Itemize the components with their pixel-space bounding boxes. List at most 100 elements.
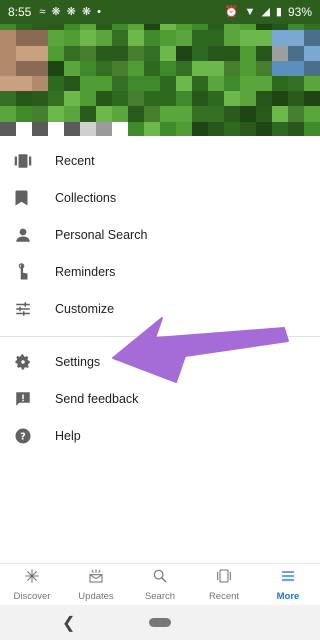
header-pixel: [192, 121, 208, 136]
menu-item-collections[interactable]: Collections: [0, 179, 320, 216]
menu-item-recent[interactable]: Recent: [0, 142, 320, 179]
header-pixel: [48, 121, 64, 136]
back-icon[interactable]: ❮: [62, 613, 75, 633]
menu-label: Recent: [55, 153, 95, 168]
header-pixel: [144, 106, 160, 123]
header-pixel: [256, 45, 272, 62]
header-pixel: [16, 30, 32, 47]
recent-icon: [11, 149, 35, 173]
header-pixel: [48, 91, 64, 108]
header-pixel: [128, 121, 144, 136]
header-pixel: [32, 121, 48, 136]
header-pixel: [48, 76, 64, 93]
header-pixel: [288, 60, 304, 77]
menu-item-help[interactable]: ? Help: [0, 417, 320, 454]
header-pixel: [144, 91, 160, 108]
header-pixel: [128, 91, 144, 108]
header-pixel: [128, 60, 144, 77]
header-pixel: [224, 76, 240, 93]
header-pixel: [304, 45, 320, 62]
header-pixel: [64, 121, 80, 136]
header-pixel: [224, 45, 240, 62]
asterisk-icon: [24, 568, 40, 589]
recent-icon: [216, 568, 232, 589]
nav-updates[interactable]: Updates: [64, 564, 128, 606]
header-pixel: [96, 106, 112, 123]
menu-label: Settings: [55, 354, 101, 369]
header-pixel: [272, 45, 288, 62]
header-pixel: [304, 76, 320, 93]
header-pixel: [176, 45, 192, 62]
header-pixel: [64, 30, 80, 47]
system-nav-bar: ❮: [0, 605, 320, 640]
header-pixel: [48, 45, 64, 62]
header-pixel: [96, 121, 112, 136]
header-pixel: [176, 121, 192, 136]
nav-discover[interactable]: Discover: [0, 564, 64, 606]
header-pixel: [192, 45, 208, 62]
menu-item-customize[interactable]: Customize: [0, 290, 320, 327]
battery-icon: ▮: [275, 5, 282, 18]
header-pixel: [192, 60, 208, 77]
menu-item-settings[interactable]: Settings: [0, 343, 320, 380]
header-pixel: [0, 60, 16, 77]
header-pixel: [288, 91, 304, 108]
nav-label: Discover: [13, 591, 51, 602]
header-pixel: [160, 106, 176, 123]
reminder-icon: [11, 260, 35, 284]
menu-item-reminders[interactable]: Reminders: [0, 253, 320, 290]
header-pixel: [160, 30, 176, 47]
battery-percent: 93%: [287, 5, 312, 19]
header-pixel: [96, 60, 112, 77]
header-pixel: [304, 121, 320, 136]
header-pixel: [288, 106, 304, 123]
header-pixel: [224, 106, 240, 123]
header-pixel: [160, 60, 176, 77]
status-bar: 8:55 ≈ ❋ ❋ ❋ • ⏰ ▼ ◢ ▮ 93%: [0, 0, 320, 24]
header-pixel: [160, 91, 176, 108]
menu-label: Personal Search: [55, 227, 148, 242]
nav-recent[interactable]: Recent: [192, 564, 256, 606]
nav-label: Recent: [208, 591, 240, 602]
header-pixel: [112, 91, 128, 108]
header-pixel: [208, 121, 224, 136]
header-pixel: [96, 45, 112, 62]
status-time: 8:55: [8, 5, 32, 19]
menu-item-personal-search[interactable]: Personal Search: [0, 216, 320, 253]
header-pixel: [64, 91, 80, 108]
header-pixel: [240, 76, 256, 93]
header-pixel: [192, 106, 208, 123]
header-pixel: [112, 45, 128, 62]
header-pixel: [256, 106, 272, 123]
header-pixel: [240, 91, 256, 108]
header-pixel: [272, 60, 288, 77]
header-pixel: [160, 45, 176, 62]
header-pixel: [16, 60, 32, 77]
nav-label: Updates: [78, 591, 114, 602]
bottom-navigation: Discover Updates Search Recent More: [0, 563, 320, 606]
header-pixel: [176, 91, 192, 108]
nav-search[interactable]: Search: [128, 564, 192, 606]
header-pixel: [240, 45, 256, 62]
header-pixel: [96, 76, 112, 93]
header-pixel: [32, 91, 48, 108]
menu-item-send-feedback[interactable]: Send feedback: [0, 380, 320, 417]
header-pixel: [288, 30, 304, 47]
nav-more[interactable]: More: [256, 564, 320, 606]
header-pixel: [240, 30, 256, 47]
header-pixel: [80, 60, 96, 77]
search-icon: [152, 568, 168, 589]
header-pixel: [64, 60, 80, 77]
header-pixel: [48, 106, 64, 123]
gear-icon: [11, 350, 35, 374]
header-pixel: [272, 76, 288, 93]
home-button[interactable]: [149, 618, 171, 627]
header-pixel: [0, 30, 16, 47]
header-pixel: [80, 91, 96, 108]
header-pixel: [208, 60, 224, 77]
header-pixel: [0, 106, 16, 123]
header-pixel: [0, 76, 16, 93]
header-pixel: [304, 60, 320, 77]
header-pixel: [208, 91, 224, 108]
header-pixel: [16, 91, 32, 108]
